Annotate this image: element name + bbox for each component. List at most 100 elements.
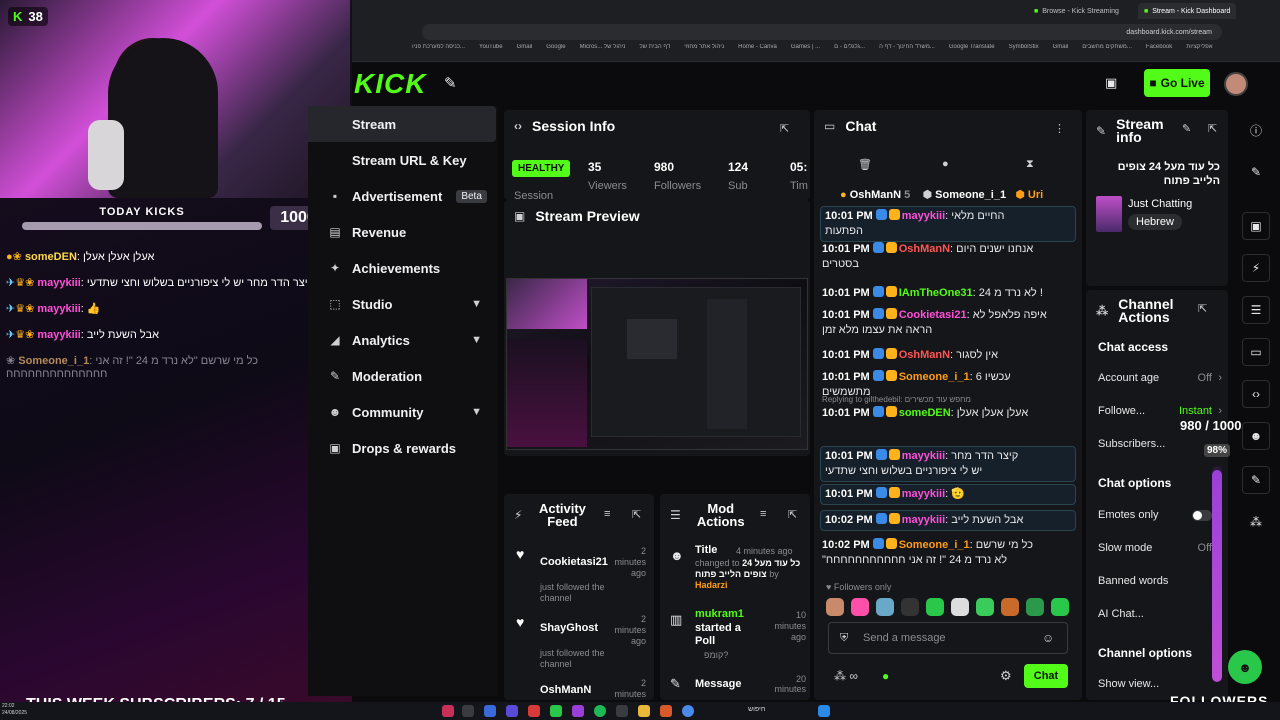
bolt-icon[interactable]: ⚡ (1242, 254, 1270, 282)
avatar[interactable] (1224, 72, 1248, 96)
message-username[interactable]: OshManN (899, 349, 950, 361)
sidebar-item-achievements[interactable]: ✦ Achievements (308, 250, 496, 286)
expand-icon[interactable]: ⇱ (788, 508, 797, 521)
pin-icon[interactable]: ✎ (444, 74, 457, 92)
sidebar-item-community[interactable]: ☻ Community ▼ (308, 394, 496, 430)
chat-message[interactable]: 10:01 PM OshManN: אנחנו ישנים היום בסטרים (822, 242, 1076, 272)
tab-stream-dashboard[interactable]: ■ Stream - Kick Dashboard (1138, 3, 1237, 19)
chat-message[interactable]: Replying to gilthedebil: מחפש עוד מכשירי… (822, 395, 1076, 421)
expand-icon[interactable]: ⇱ (632, 508, 641, 521)
chat-send-button[interactable]: Chat (1024, 664, 1068, 688)
windows-start-icon[interactable] (818, 705, 830, 717)
bookmark-item[interactable]: כניסה למערכת פניו... (412, 44, 465, 58)
chat-message[interactable]: 10:02 PM Someone_i_1: כל מי שרשם "לא נרד מ… (822, 538, 1076, 568)
taskbar-search[interactable]: חיפוש (748, 706, 765, 713)
hourglass-icon[interactable]: ⧗ (1026, 158, 1034, 171)
address-bar[interactable]: dashboard.kick.com/stream (422, 24, 1222, 40)
bookmark-item[interactable]: דף הבית של (640, 44, 671, 58)
message-username[interactable]: Someone_i_1 (899, 539, 970, 551)
kick-coin-icon[interactable]: ● (882, 669, 889, 683)
bookmark-item[interactable]: SymbolStix (1009, 44, 1039, 58)
sidebar-item-studio[interactable]: ⬚ Studio ▼ (308, 286, 496, 322)
message-username[interactable]: mayykiii (902, 514, 945, 526)
bookmark-item[interactable]: Gmail (517, 44, 533, 58)
chat-message[interactable]: 10:01 PM Cookietasi21: איפה פלאפל לא הראה … (822, 308, 1076, 338)
code-icon[interactable]: ‹› (1242, 380, 1270, 408)
app-icon[interactable] (484, 705, 496, 717)
edit-icon[interactable]: ✎ (1242, 158, 1270, 186)
gear-icon[interactable]: ⚙ (1000, 668, 1012, 684)
preview-icon[interactable]: ▣ (1242, 212, 1270, 240)
app-icon[interactable] (506, 705, 518, 717)
bookmark-item[interactable]: ניהול אתר מחוזי (684, 44, 724, 58)
info-icon[interactable]: ⓘ (1242, 116, 1270, 144)
message-username[interactable]: Cookietasi21 (899, 309, 967, 321)
message-username[interactable]: mayykiii (902, 488, 945, 500)
chat-message[interactable]: 10:01 PM mayykiii: 🫡 (820, 484, 1076, 505)
message-username[interactable]: IAmTheOne31 (899, 287, 973, 299)
message-username[interactable]: Someone_i_1 (899, 371, 970, 383)
message-username[interactable]: mayykiii (902, 450, 945, 462)
message-username[interactable]: OshManN (899, 243, 950, 255)
message-username[interactable]: mayykiii (902, 210, 945, 222)
trash-icon[interactable]: 🗑 (858, 158, 872, 171)
whatsapp-icon[interactable] (550, 705, 562, 717)
bookmark-item[interactable]: משחקים מחשבים... (1082, 44, 1132, 58)
folder-icon[interactable] (638, 705, 650, 717)
sidebar-item-revenue[interactable]: ▤ Revenue (308, 214, 496, 250)
kick-logo[interactable]: KICK (354, 68, 426, 100)
chat-message[interactable]: 10:01 PM mayykiii: קיצר הדר מחר יש לי ציפו… (820, 446, 1076, 482)
bookmark-item[interactable]: Google (546, 44, 565, 58)
sidebar-item-stream-url[interactable]: Stream URL & Key (308, 142, 496, 178)
bookmark-item[interactable]: YouTube (479, 44, 503, 58)
sidebar-item-analytics[interactable]: ◢ Analytics ▼ (308, 322, 496, 358)
expand-icon[interactable]: ⇱ (780, 122, 789, 135)
chat-message[interactable]: 10:01 PM OshManN: אין לסגור (822, 348, 1076, 363)
sidebar-item-drops[interactable]: ▣ Drops & rewards (308, 430, 496, 466)
expand-icon[interactable]: ⇱ (1208, 122, 1217, 135)
more-options-icon[interactable]: ⋮ (1054, 122, 1065, 135)
list-icon[interactable]: ☰ (1242, 296, 1270, 324)
chat-message[interactable]: 10:01 PM mayykiii: החיים מלאי הפתעות (820, 206, 1076, 242)
twitch-icon[interactable] (572, 705, 584, 717)
camera-icon[interactable]: ▣ (1105, 75, 1117, 91)
chat-message[interactable]: 10:02 PM mayykiii: אבל השעת לייב (820, 510, 1076, 531)
chrome-icon[interactable] (682, 705, 694, 717)
app-icon[interactable] (528, 705, 540, 717)
chat-icon[interactable]: ▭ (1242, 338, 1270, 366)
app-icon[interactable] (616, 705, 628, 717)
stream-preview-video[interactable] (506, 278, 808, 450)
chat-message-input[interactable]: Send a message (828, 622, 1068, 654)
emoji-icon[interactable]: ☺ (1042, 631, 1054, 645)
tab-browse-kick[interactable]: ■ Browse - Kick Streaming (1028, 3, 1125, 19)
spotify-icon[interactable] (594, 705, 606, 717)
app-icon[interactable] (442, 705, 454, 717)
bookmark-item[interactable]: גלגלים - ם... (834, 44, 865, 58)
app-icon[interactable] (462, 705, 474, 717)
app-icon[interactable] (660, 705, 672, 717)
bookmark-item[interactable]: Home - Canva (738, 44, 777, 58)
emote-bar[interactable] (826, 598, 1076, 618)
filter-icon[interactable]: ≡ (760, 508, 766, 520)
bookmark-item[interactable]: משרד החינוך - דף ה... (879, 44, 935, 58)
bookmark-item[interactable]: Games | ... (791, 44, 820, 58)
bookmark-item[interactable]: Facebook (1146, 44, 1172, 58)
filter-icon[interactable]: ≡ (604, 508, 610, 520)
followers-setting[interactable]: Followe... Instant › (1098, 405, 1222, 417)
go-live-button[interactable]: ■ Go Live (1144, 69, 1210, 97)
edit-icon[interactable]: ✎ (1182, 122, 1191, 135)
bookmark-item[interactable]: Google Translate (949, 44, 995, 58)
bookmark-item[interactable]: אפליקציות (1186, 44, 1212, 58)
account-age-setting[interactable]: Account age Off › (1098, 372, 1222, 384)
bookmark-item[interactable]: Micros... ניהול של (580, 44, 626, 58)
users-icon[interactable]: ⁂ ∞ (834, 669, 858, 683)
sidebar-item-advertisement[interactable]: ▪ Advertisement Beta (308, 178, 496, 214)
message-username[interactable]: someDEN (899, 407, 951, 419)
bookmark-item[interactable]: Gmail (1053, 44, 1069, 58)
sidebar-item-stream[interactable]: Stream (308, 106, 496, 142)
category-name[interactable]: Just Chatting (1128, 198, 1192, 210)
sidebar-item-moderation[interactable]: ✎ Moderation (308, 358, 496, 394)
expand-icon[interactable]: ⇱ (1198, 302, 1207, 315)
chat-message[interactable]: 10:01 PM IAmTheOne31: לא נרד מ 24 ! (822, 286, 1076, 301)
speech-bubble-icon[interactable]: ● (942, 158, 949, 170)
